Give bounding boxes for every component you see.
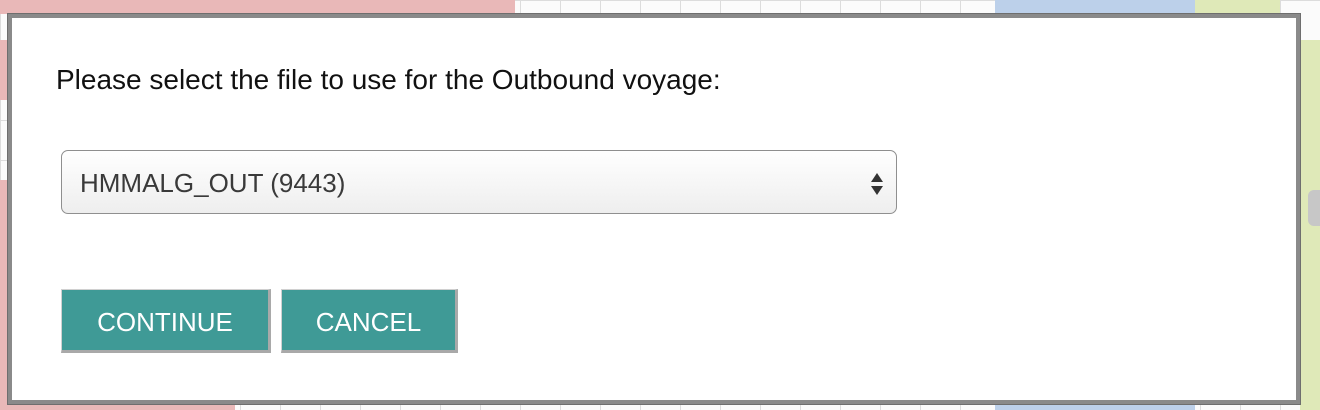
cancel-button[interactable]: CANCEL — [281, 289, 458, 353]
background-scrollbar-thumb — [1308, 190, 1320, 226]
background-blue-cells — [995, 0, 1195, 14]
file-select-dropdown[interactable]: HMMALG_OUT (9443) — [61, 150, 897, 214]
dialog-prompt: Please select the file to use for the Ou… — [56, 64, 721, 95]
select-arrows-icon — [870, 171, 884, 197]
background-green-cells — [1195, 0, 1280, 14]
continue-button[interactable]: CONTINUE — [61, 289, 271, 353]
file-select-value: HMMALG_OUT (9443) — [80, 168, 346, 198]
background-red-cells — [0, 0, 515, 14]
file-select-dialog: Please select the file to use for the Ou… — [8, 14, 1300, 404]
background-red-cells — [0, 40, 8, 100]
background-red-cells — [0, 180, 8, 396]
